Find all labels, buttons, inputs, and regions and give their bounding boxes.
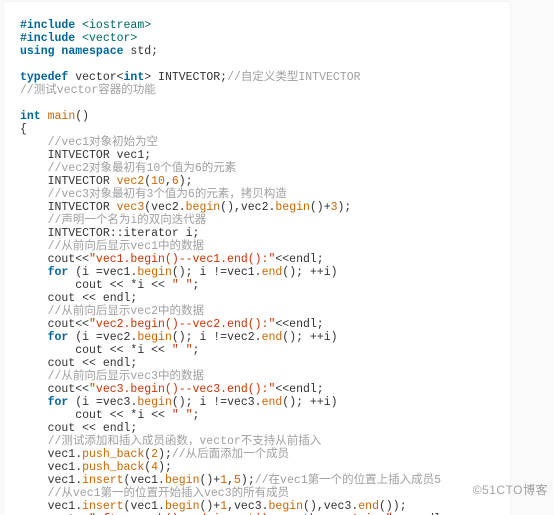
- line: //从vec1第一的位置开始插入vec3的所有成员: [20, 487, 289, 500]
- line: //从前向后显示vec3中的数据: [20, 370, 204, 383]
- line: for (i =vec2.begin(); i !=vec2.end(); ++…: [20, 331, 338, 344]
- line: for (i =vec1.begin(); i !=vec1.end(); ++…: [20, 266, 338, 279]
- line: //从前向后显示vec2中的数据: [20, 305, 204, 318]
- line: cout << endl;: [20, 422, 137, 435]
- line: {: [20, 123, 27, 136]
- line: vec1.insert(vec1.begin()+1,vec3.begin(),…: [20, 500, 407, 513]
- line: cout<<"vec1.begin()--vec1.end():"<<endl;: [20, 253, 324, 266]
- line: INTVECTOR vec1;: [20, 149, 151, 162]
- line: cout << endl;: [20, 357, 137, 370]
- line: vec1.push_back(4);: [20, 461, 172, 474]
- line: //测试添加和插入成员函数，vector不支持从前插入: [20, 435, 321, 448]
- line: //声明一个名为i的双向迭代器: [20, 214, 206, 227]
- code-block: #include <iostream> #include <vector> us…: [4, 2, 510, 515]
- line: INTVECTOR vec3(vec2.begin(),vec2.begin()…: [20, 201, 351, 214]
- line: vec1.push_back(2);//从后面添加一个成员: [20, 448, 289, 461]
- line: #include <iostream>: [20, 19, 151, 32]
- line: using namespace std;: [20, 45, 158, 58]
- line: cout<<"vec2.begin()--vec2.end():"<<endl;: [20, 318, 324, 331]
- line: cout << *i << " ";: [20, 409, 199, 422]
- line: INTVECTOR::iterator i;: [20, 227, 199, 240]
- line: //测试vector容器的功能: [20, 84, 156, 97]
- line: vec1.insert(vec1.begin()+1,5);//在vec1第一个…: [20, 474, 441, 487]
- line: //从前向后显示vec1中的数据: [20, 240, 204, 253]
- line: cout << *i << " ";: [20, 344, 199, 357]
- line: #include <vector>: [20, 32, 137, 45]
- line: for (i =vec3.begin(); i !=vec3.end(); ++…: [20, 396, 338, 409]
- watermark-text: ©51CTO博客: [473, 484, 548, 497]
- line: INTVECTOR vec2(10,6);: [20, 175, 193, 188]
- line: cout << *i << " ";: [20, 279, 199, 292]
- line: cout << endl;: [20, 292, 137, 305]
- line: cout<<"vec3.begin()--vec3.end():"<<endl;: [20, 383, 324, 396]
- line: int main(): [20, 110, 89, 123]
- line: typedef vector<int> INTVECTOR;//自定义类型INT…: [20, 71, 361, 84]
- line: //vec2对象最初有10个值为6的元素: [20, 162, 236, 175]
- line: //vec1对象初始为空: [20, 136, 158, 149]
- line: //vec3对象最初有3个值为6的元素，拷贝构造: [20, 188, 287, 201]
